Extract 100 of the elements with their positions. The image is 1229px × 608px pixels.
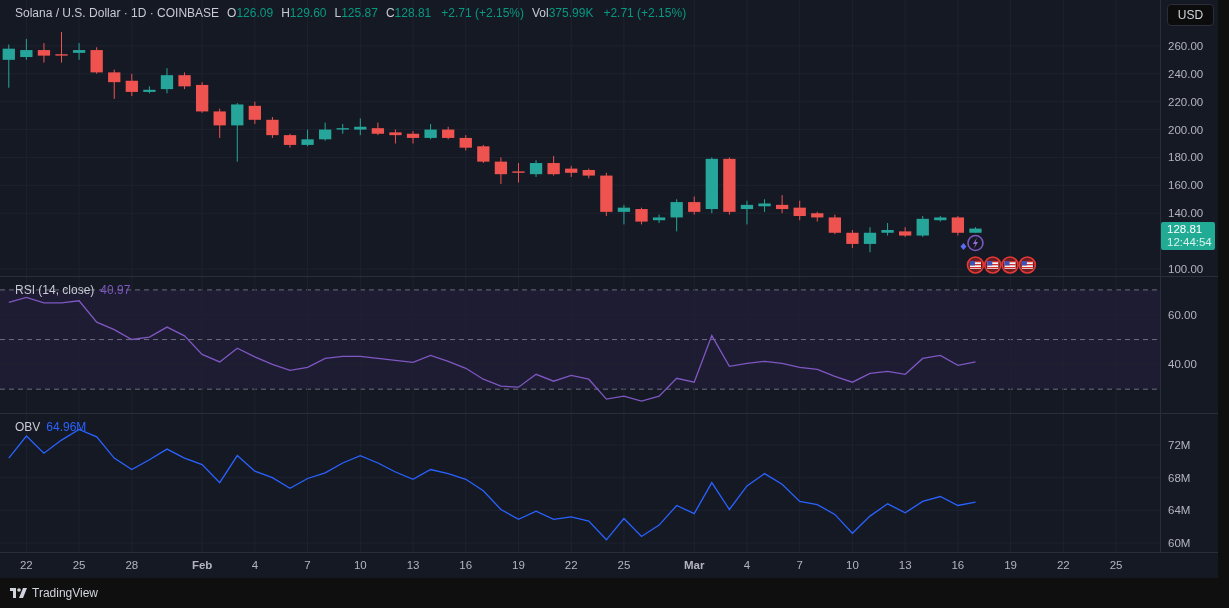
date-label: 19 (512, 559, 525, 571)
flag-icon (983, 256, 1002, 274)
brand-name: TradingView (32, 586, 99, 600)
obv-axis-label: 64M (1168, 504, 1191, 517)
candlestick (881, 222, 894, 237)
date-label: 25 (617, 559, 631, 571)
candlestick (336, 123, 349, 135)
candlestick (705, 156, 718, 214)
symbol-title: Solana / U.S. Dollar · 1D · COINBASE (15, 6, 220, 20)
date-label: 13 (898, 559, 912, 571)
ohlc-value: 129.60 (289, 6, 327, 20)
indicator-value: 64.96M (46, 420, 87, 434)
candlestick (758, 198, 771, 213)
candlestick (688, 196, 701, 216)
candlestick (775, 194, 789, 214)
price-axis-label: 260.00 (1168, 39, 1204, 52)
candlestick (55, 31, 68, 64)
candlestick (951, 215, 965, 237)
date-label: 25 (1109, 559, 1123, 571)
candlestick (899, 226, 912, 238)
price-axis-label: 180.00 (1168, 151, 1204, 164)
candlestick (512, 162, 525, 184)
candlestick (354, 117, 367, 136)
candlestick (178, 71, 191, 90)
indicator-value: 40.97 (100, 283, 131, 297)
obv-axis-label: 72M (1168, 439, 1191, 452)
candlestick (652, 214, 666, 224)
last-price: 128.81 (1167, 222, 1203, 236)
price-axis-label: 240.00 (1168, 67, 1204, 80)
candlestick (828, 214, 841, 235)
date-label: Mar (684, 559, 705, 571)
flag-icon (1001, 256, 1019, 274)
candlestick (20, 38, 33, 61)
price-axis-label: 100.00 (1168, 263, 1204, 276)
date-label: 28 (125, 559, 139, 571)
date-label: 13 (406, 559, 420, 571)
candlestick (934, 215, 947, 223)
obv-axis-label: 60M (1168, 537, 1191, 549)
candlestick (371, 122, 385, 136)
candlestick (37, 42, 51, 64)
candlestick (969, 226, 982, 234)
candlestick (301, 129, 314, 147)
date-label: 16 (459, 559, 473, 571)
price-axis-label: 200.00 (1168, 123, 1204, 136)
candlestick (213, 108, 226, 139)
flag-icon (1018, 256, 1037, 274)
candlestick (846, 229, 859, 249)
candlestick (565, 165, 578, 178)
candlestick (195, 81, 209, 114)
volume-change: +2.71 (+2.15%) (603, 6, 687, 20)
candlestick (916, 215, 929, 238)
candlestick (125, 73, 138, 97)
flag-icon (966, 256, 985, 274)
ohlc-value: 125.87 (341, 6, 378, 20)
candlestick (793, 200, 806, 221)
date-label: 22 (564, 559, 578, 571)
candlestick (424, 123, 437, 140)
candlestick (283, 133, 297, 149)
candlestick (863, 226, 877, 253)
candlestick (635, 207, 648, 225)
price-axis-label: 160.00 (1168, 179, 1204, 192)
currency-button[interactable]: USD (1167, 4, 1214, 26)
diamond-icon (960, 243, 967, 250)
candlestick (477, 144, 490, 164)
candlestick (90, 46, 103, 75)
candlestick (442, 126, 455, 140)
candlestick (811, 211, 824, 223)
ohlc-label: C (385, 6, 395, 20)
candlestick (529, 159, 543, 178)
ohlc-label: H (281, 6, 290, 20)
date-label: 7 (796, 559, 803, 571)
logo-icon (10, 588, 27, 598)
candlestick (108, 69, 121, 100)
price-change: +2.71 (+2.15%) (441, 6, 524, 20)
candlestick (582, 168, 595, 179)
countdown-timer: 12:44:54 (1167, 235, 1212, 249)
candlestick (231, 102, 244, 163)
date-label: 7 (304, 559, 311, 571)
date-label: 25 (72, 559, 86, 571)
candlestick (600, 172, 613, 217)
candlestick (406, 130, 420, 144)
indicator-title: RSI (14, close) (15, 283, 95, 297)
candlestick (266, 116, 279, 139)
date-label: 22 (1056, 559, 1070, 571)
candlestick (2, 44, 15, 89)
price-axis-label: 140.00 (1168, 207, 1204, 220)
candlestick (617, 204, 631, 225)
ohlc-value: 126.09 (236, 6, 274, 20)
candlestick (740, 200, 754, 225)
date-label: 22 (19, 559, 33, 571)
ohlc-value: 128.81 (394, 6, 432, 20)
volume-label: Vol (532, 6, 549, 20)
candlestick (160, 67, 174, 94)
date-label: Feb (191, 559, 213, 571)
ohlc-label: O (227, 6, 237, 20)
rsi-axis-label: 40.00 (1168, 358, 1197, 371)
rsi-axis-label: 60.00 (1168, 308, 1197, 321)
candlestick (459, 134, 472, 151)
ohlc-label: L (334, 6, 342, 20)
date-label: 16 (951, 559, 965, 571)
